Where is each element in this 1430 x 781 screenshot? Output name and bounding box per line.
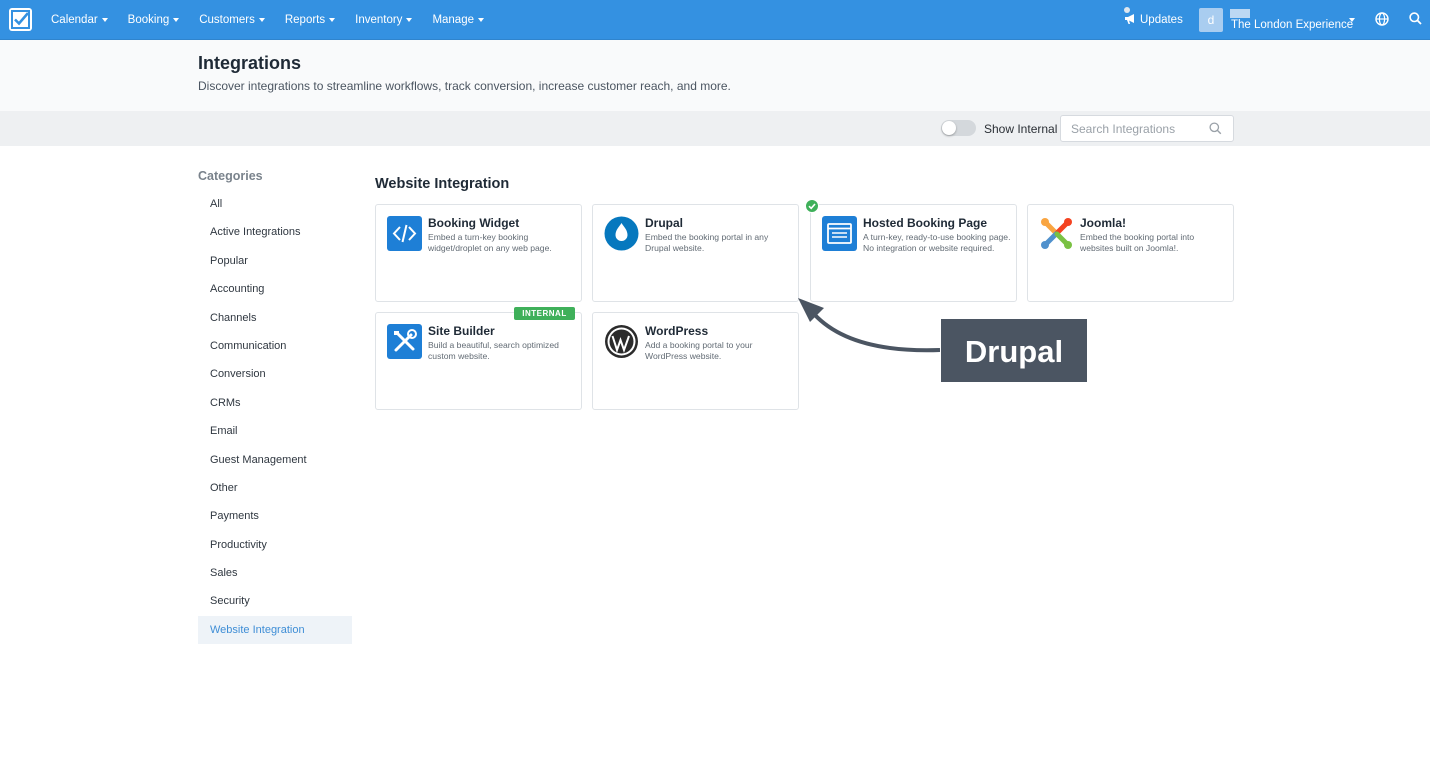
browser-page-icon [822, 216, 857, 251]
app-logo-checkmark-icon[interactable] [9, 8, 32, 31]
menu-calendar[interactable]: Calendar [51, 0, 108, 40]
card-title: Hosted Booking Page [863, 216, 988, 230]
categories-list: All Active Integrations Popular Accounti… [198, 190, 352, 645]
category-item-accounting[interactable]: Accounting [198, 275, 352, 303]
avatar[interactable]: d [1199, 8, 1223, 32]
menu-inventory[interactable]: Inventory [355, 0, 413, 40]
wordpress-icon [605, 325, 638, 358]
menu-label: Booking [127, 14, 170, 26]
card-description: Embed the booking portal in any Drupal w… [645, 232, 769, 254]
caret-down-icon [258, 17, 265, 22]
category-item-website-integration[interactable]: Website Integration [198, 615, 352, 645]
category-item-communication[interactable]: Communication [198, 332, 352, 360]
category-item-crms[interactable]: CRMs [198, 389, 352, 417]
caret-down-icon [101, 17, 108, 22]
integration-card-drupal[interactable]: Drupal Embed the booking portal in any D… [592, 204, 799, 302]
card-title: WordPress [645, 324, 709, 338]
category-item-sales[interactable]: Sales [198, 559, 352, 587]
search-icon[interactable] [1409, 12, 1422, 25]
integration-card-joomla[interactable]: Joomla! Embed the booking portal into we… [1027, 204, 1234, 302]
category-item-other[interactable]: Other [198, 474, 352, 502]
internal-badge: INTERNAL [514, 307, 575, 320]
page-subtitle: Discover integrations to streamline work… [198, 79, 731, 93]
integration-card-site-builder[interactable]: Site Builder Build a beautiful, search o… [375, 312, 582, 410]
joomla-icon [1041, 218, 1072, 249]
page-title: Integrations [198, 53, 302, 73]
card-description: Embed the booking portal into websites b… [1080, 232, 1195, 254]
card-title: Drupal [645, 216, 684, 230]
caret-down-icon [329, 17, 336, 22]
card-description: Embed a turn-key booking widget/droplet … [428, 232, 552, 254]
account-redacted-text [1230, 9, 1250, 18]
section-title: Website Integration [375, 176, 510, 192]
caret-down-icon [173, 17, 180, 22]
card-title: Site Builder [428, 324, 495, 338]
card-description: Build a beautiful, search optimized cust… [428, 340, 559, 362]
account-caret-down-icon[interactable] [1349, 18, 1355, 22]
menu-manage[interactable]: Manage [432, 0, 484, 40]
category-item-active-integrations[interactable]: Active Integrations [198, 218, 352, 246]
card-title: Joomla! [1080, 216, 1127, 230]
show-internal-toggle[interactable] [941, 120, 976, 136]
menu-label: Customers [199, 14, 255, 26]
menu-label: Reports [284, 14, 326, 26]
toggle-knob [942, 121, 956, 135]
caret-down-icon [478, 17, 484, 22]
category-item-security[interactable]: Security [198, 587, 352, 615]
tools-icon [387, 324, 422, 359]
category-item-email[interactable]: Email [198, 417, 352, 445]
menu-label: Inventory [355, 14, 403, 26]
updates-label: Updates [1140, 14, 1183, 26]
menu-reports[interactable]: Reports [284, 0, 336, 40]
integration-card-hosted-booking-page[interactable]: Hosted Booking Page A turn-key, ready-to… [810, 204, 1017, 302]
card-title: Booking Widget [428, 216, 520, 230]
annotation-callout: Drupal [940, 318, 1088, 383]
card-description: Add a booking portal to your WordPress w… [645, 340, 753, 362]
megaphone-icon [1125, 14, 1134, 24]
caret-down-icon [406, 17, 413, 22]
page-header [0, 40, 1430, 111]
category-item-payments[interactable]: Payments [198, 502, 352, 530]
search-integrations-box [1060, 115, 1234, 142]
category-item-productivity[interactable]: Productivity [198, 531, 352, 559]
active-check-icon [805, 199, 819, 213]
integration-card-wordpress[interactable]: WordPress Add a booking portal to your W… [592, 312, 799, 410]
annotation-arrow-icon [798, 298, 941, 353]
account-name[interactable]: The London Experience [1231, 19, 1353, 31]
menu-customers[interactable]: Customers [199, 0, 265, 40]
top-nav-bar: Calendar Booking Customers Reports Inven… [0, 0, 1430, 40]
category-item-all[interactable]: All [198, 190, 352, 218]
search-icon[interactable] [1209, 122, 1222, 135]
main-menu: Calendar Booking Customers Reports Inven… [51, 0, 504, 40]
drupal-icon [604, 216, 639, 251]
category-item-conversion[interactable]: Conversion [198, 360, 352, 388]
show-internal-label: Show Internal [984, 122, 1058, 136]
menu-label: Manage [432, 14, 474, 26]
menu-booking[interactable]: Booking [128, 0, 180, 40]
menu-label: Calendar [51, 14, 98, 26]
integration-card-booking-widget[interactable]: Booking Widget Embed a turn-key booking … [375, 204, 582, 302]
search-integrations-input[interactable] [1071, 120, 1201, 137]
globe-icon[interactable] [1375, 12, 1389, 26]
code-icon [387, 216, 422, 251]
category-item-popular[interactable]: Popular [198, 247, 352, 275]
category-item-guest-management[interactable]: Guest Management [198, 446, 352, 474]
categories-title: Categories [198, 169, 263, 183]
card-description: A turn-key, ready-to-use booking page. N… [863, 232, 1011, 254]
category-item-channels[interactable]: Channels [198, 304, 352, 332]
